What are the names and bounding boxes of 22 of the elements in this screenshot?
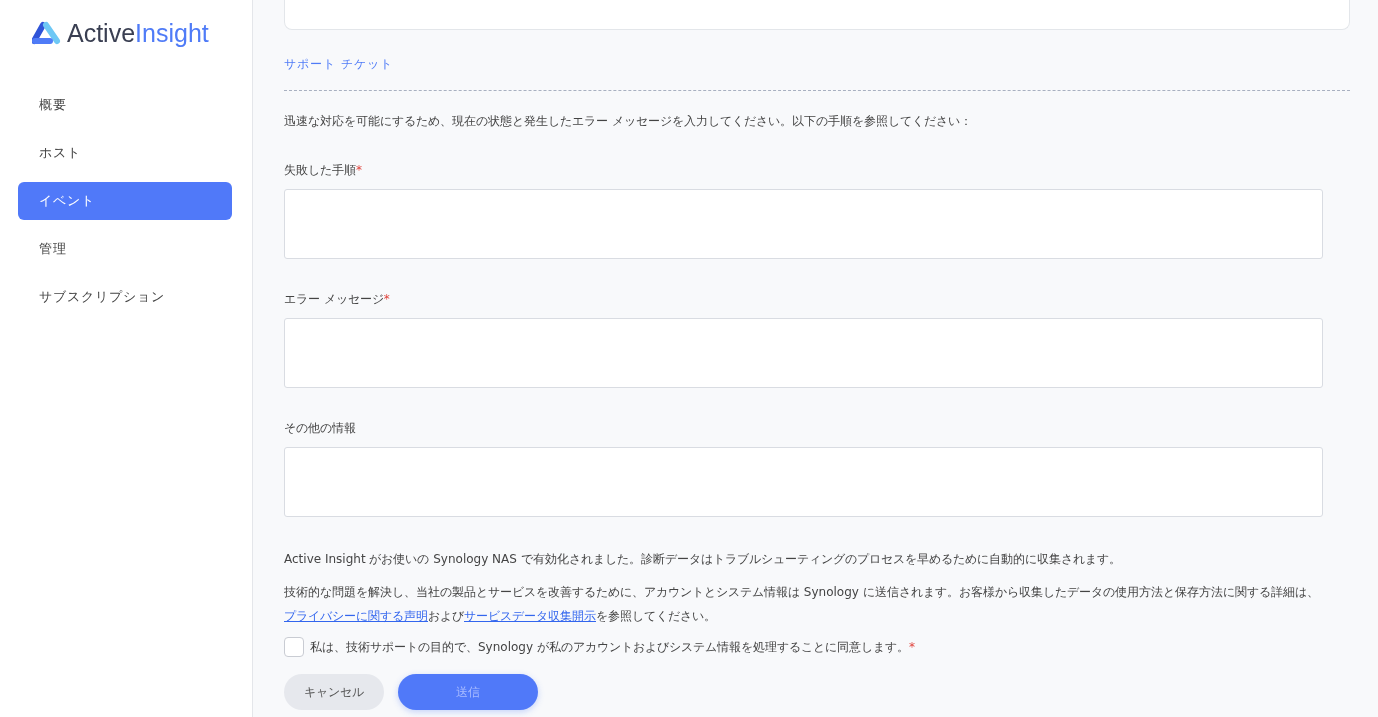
consent-checkbox[interactable] [284,637,304,657]
nav-item[interactable]: サブスクリプション [18,278,232,316]
intro-text: 迅速な対応を可能にするため、現在の状態と発生したエラー メッセージを入力してください。以下の手順を参照してください： [284,113,973,130]
nav-item[interactable]: ホスト [18,134,232,172]
notice-text: Active Insight がお使いの Synology NAS で有効化されました。診断データはトラブルシューティングのプロセスを早めるために自動的に収集されます。 [284,551,1122,568]
field-label: その他の情報 [284,420,357,437]
consent-label: 私は、技術サポートの目的で、Synology が私のアカウントおよびシステム情報を処理することに同意します。* [310,638,915,656]
logo-icon [32,21,62,45]
field-label: 失敗した手順* [284,162,363,179]
nav-item[interactable]: イベント [18,182,232,220]
nav-item[interactable]: 概要 [18,86,232,124]
privacy-link[interactable]: プライバシーに関する声明 [284,609,428,623]
cancel-button[interactable]: キャンセル [284,674,384,710]
input-field[interactable] [284,447,1323,517]
field-label: エラー メッセージ* [284,291,391,308]
input-field[interactable] [284,189,1323,259]
logo-text: ActiveInsight [67,20,209,46]
privacy-text: 技術的な問題を解決し、当社の製品とサービスを改善するために、アカウントとシステム情報は Synology に送信されます。お客様から収集したデータの使用方法と保存方法に関する詳細は、 プライバシーに関する声明およびサービスデータ収集開示を参照してください。 [284,584,1320,625]
input-field[interactable] [284,318,1323,388]
section-title: サポート チケット [284,56,394,73]
disclosure-link[interactable]: サービスデータ収集開示 [464,609,596,623]
nav-item[interactable]: 管理 [18,230,232,268]
